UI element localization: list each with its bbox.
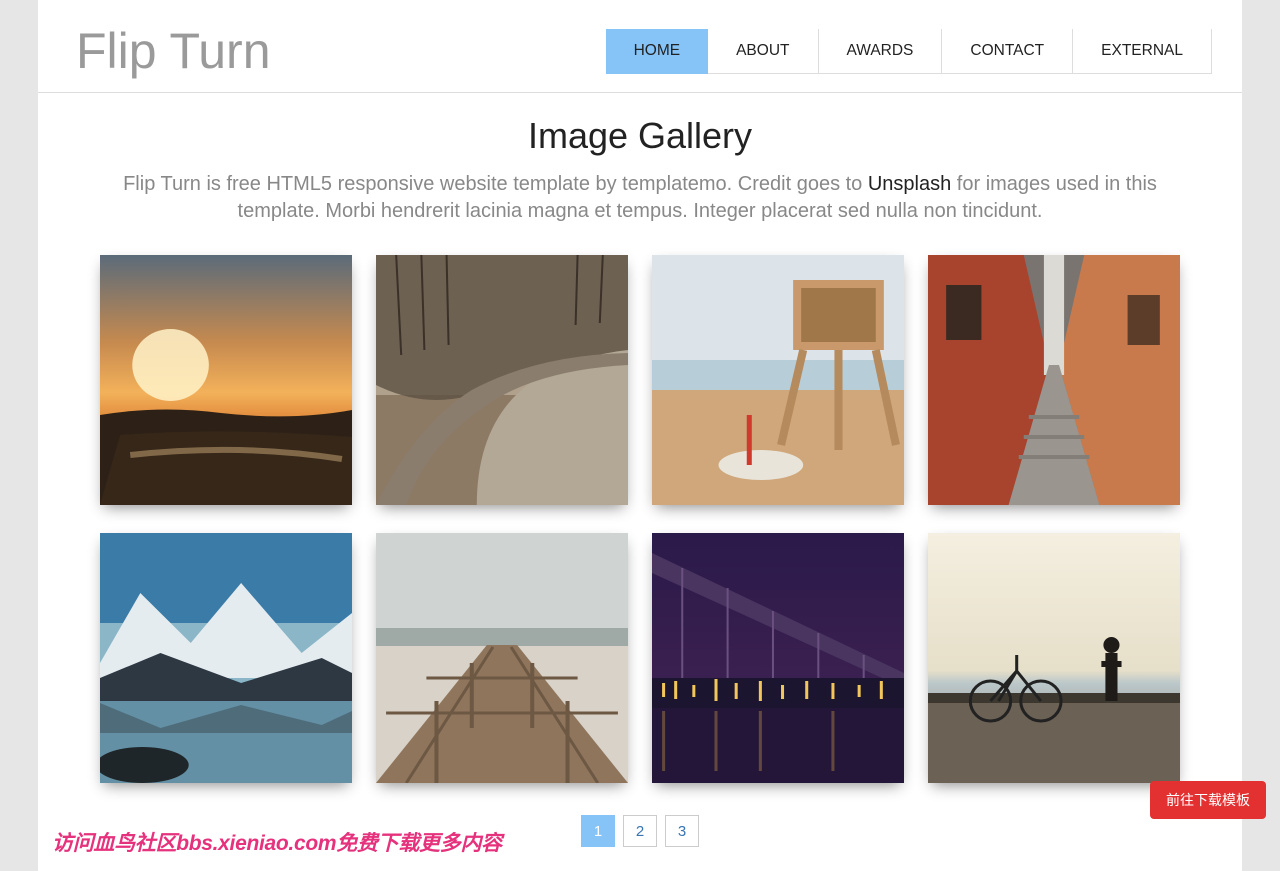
nav-external[interactable]: EXTERNAL [1073,29,1212,74]
header: Flip Turn HOME ABOUT AWARDS CONTACT EXTE… [38,0,1242,93]
nav-about[interactable]: ABOUT [708,29,818,74]
site-logo[interactable]: Flip Turn [76,22,271,80]
gallery-title: Image Gallery [38,115,1242,157]
gallery-image-city-bridge-night[interactable] [652,533,904,783]
page-2-button[interactable]: 2 [623,815,657,847]
main-nav: HOME ABOUT AWARDS CONTACT EXTERNAL [606,29,1212,74]
page-3-button[interactable]: 3 [665,815,699,847]
gallery-description: Flip Turn is free HTML5 responsive websi… [98,171,1182,225]
gallery-image-man-bike-dock[interactable] [928,533,1180,783]
download-template-button[interactable]: 前往下载模板 [1150,781,1266,819]
unsplash-link[interactable]: Unsplash [868,173,951,195]
gallery-image-sunset-beach[interactable] [100,255,352,505]
gallery-image-narrow-alley[interactable] [928,255,1180,505]
page-1-button[interactable]: 1 [581,815,615,847]
gallery-image-wooden-pier[interactable] [376,533,628,783]
gallery-image-lifeguard-beach[interactable] [652,255,904,505]
desc-pre: Flip Turn is free HTML5 responsive websi… [123,173,868,195]
nav-awards[interactable]: AWARDS [819,29,943,74]
gallery-image-mountain-lake[interactable] [100,533,352,783]
nav-home[interactable]: HOME [606,29,709,74]
nav-contact[interactable]: CONTACT [942,29,1073,74]
image-gallery [38,225,1242,803]
watermark-text: 访问血鸟社区bbs.xieniao.com免费下载更多内容 [52,827,502,857]
gallery-image-forest-road[interactable] [376,255,628,505]
